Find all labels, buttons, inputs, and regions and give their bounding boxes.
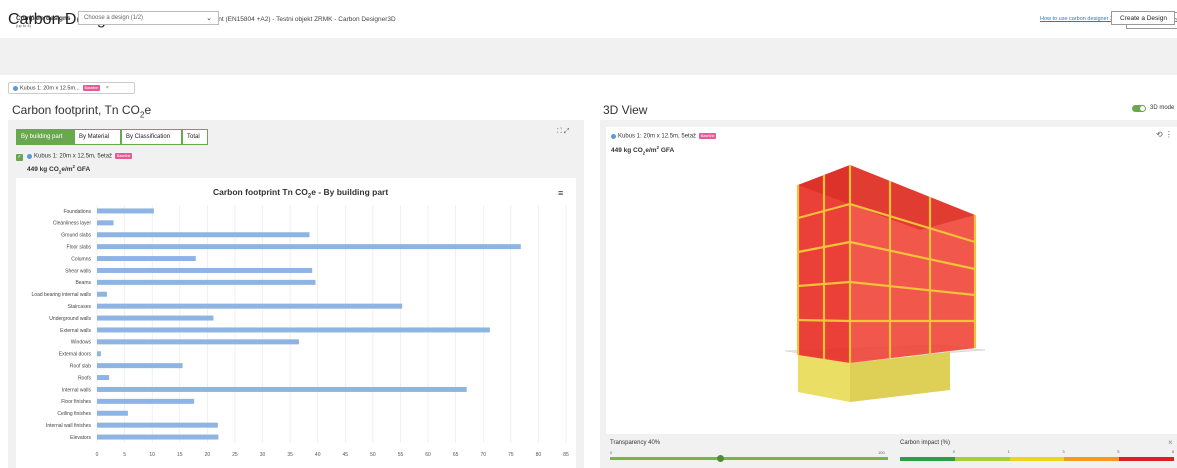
- x-tick-label: 65: [453, 452, 459, 458]
- category-label: Floor slabs: [67, 244, 92, 250]
- category-label: Roof slab: [70, 363, 91, 369]
- impact-scale-segment: [1009, 457, 1065, 461]
- x-tick-label: 15: [177, 452, 183, 458]
- bar[interactable]: [97, 434, 219, 440]
- x-tick-label: 35: [287, 452, 293, 458]
- impact-tick-label: 8: [1172, 449, 1175, 454]
- 3d-mode-label: 3D mode: [1150, 105, 1175, 111]
- 3d-mode-toggle[interactable]: [1132, 105, 1146, 112]
- category-label: Shear walls: [65, 268, 91, 274]
- x-tick-label: 45: [343, 452, 349, 458]
- x-tick-label: 20: [205, 452, 211, 458]
- bar[interactable]: [97, 267, 313, 273]
- gfa-end: GFA: [659, 147, 675, 155]
- baseline-badge: Baseline: [699, 133, 717, 139]
- bar[interactable]: [97, 410, 128, 416]
- impact-tick-label: 0: [952, 449, 956, 454]
- impact-scale-segment: [1119, 457, 1174, 461]
- category-label: Windows: [71, 340, 92, 346]
- bar[interactable]: [97, 315, 214, 321]
- x-tick-label: 85: [563, 452, 569, 458]
- x-tick-label: 50: [370, 452, 376, 458]
- category-label: Roofs: [78, 375, 92, 381]
- x-tick-label: 40: [315, 452, 321, 458]
- impact-tick-label: 3: [1062, 449, 1065, 454]
- impact-scale-segment: [900, 457, 955, 461]
- bar[interactable]: [97, 422, 218, 428]
- gfa-mid: e/m: [645, 147, 657, 155]
- bar[interactable]: [97, 327, 490, 333]
- category-label: Underground walls: [49, 316, 91, 322]
- category-label: Cleanliness layer: [53, 221, 91, 227]
- underground-front: [798, 355, 850, 402]
- x-tick-label: 25: [232, 452, 238, 458]
- transparency-max: 100: [878, 450, 885, 455]
- category-label: Load bearing internal walls: [32, 292, 92, 298]
- x-tick-label: 30: [260, 452, 266, 458]
- category-label: External doors: [59, 352, 92, 358]
- transparency-label: Transparency 40%: [610, 440, 661, 446]
- category-label: Internal wall finishes: [46, 423, 92, 429]
- view-3d-title: 3D View: [603, 103, 648, 117]
- bar[interactable]: [97, 291, 107, 297]
- x-tick-label: 10: [149, 452, 155, 458]
- impact-scale-segment: [954, 457, 1010, 461]
- bar[interactable]: [97, 279, 316, 285]
- bar[interactable]: [97, 232, 310, 238]
- bar[interactable]: [97, 375, 110, 381]
- category-label: Internal walls: [62, 387, 92, 393]
- bar[interactable]: [97, 208, 154, 214]
- building-3d-model[interactable]: [780, 160, 1000, 410]
- bar[interactable]: [97, 339, 299, 345]
- x-tick-label: 75: [508, 452, 514, 458]
- category-label: Beams: [75, 280, 91, 286]
- category-label: Elevators: [70, 435, 91, 441]
- category-label: Floor finishes: [61, 399, 91, 405]
- x-tick-label: 80: [536, 452, 542, 458]
- x-tick-label: 70: [480, 452, 486, 458]
- bar[interactable]: [97, 386, 467, 392]
- view-gfa-value: 449 kg CO2e/m2 GFA: [611, 145, 674, 155]
- gfa-text: 449 kg CO: [611, 147, 643, 155]
- category-label: Foundations: [63, 209, 91, 215]
- category-label: Staircases: [68, 304, 92, 310]
- x-tick-label: 60: [425, 452, 431, 458]
- view-design-name: Kubus 1: 20m x 12.5m, 5etaž: [618, 133, 697, 140]
- bar[interactable]: [97, 303, 403, 309]
- view-design-legend: Kubus 1: 20m x 12.5m, 5etaž Baseline: [611, 133, 717, 140]
- bar[interactable]: [97, 244, 521, 250]
- x-tick-label: 0: [96, 452, 99, 458]
- impact-tick-label: 1: [1007, 449, 1010, 454]
- transparency-slider-handle[interactable]: [717, 455, 724, 462]
- reset-view-icon[interactable]: ⟲ ⋮: [1156, 130, 1173, 139]
- bar[interactable]: [97, 220, 114, 226]
- category-label: Columns: [71, 256, 91, 262]
- impact-tick-label: 5: [1117, 449, 1120, 454]
- impact-scale-segment: [1064, 457, 1120, 461]
- category-label: External walls: [60, 328, 91, 334]
- transparency-min: 0: [610, 450, 613, 455]
- x-tick-label: 5: [123, 452, 126, 458]
- bar[interactable]: [97, 256, 196, 262]
- bar[interactable]: [97, 351, 101, 357]
- carbon-impact-label: Carbon impact (%): [900, 440, 951, 446]
- category-label: Ceiling finishes: [57, 411, 91, 417]
- x-tick-label: 55: [398, 452, 404, 458]
- category-label: Ground slabs: [61, 233, 91, 239]
- transparency-slider-track[interactable]: [610, 457, 888, 460]
- close-icon[interactable]: ×: [1168, 438, 1173, 447]
- bar[interactable]: [97, 398, 195, 404]
- series-dot-icon: [611, 133, 616, 139]
- bar[interactable]: [97, 363, 183, 369]
